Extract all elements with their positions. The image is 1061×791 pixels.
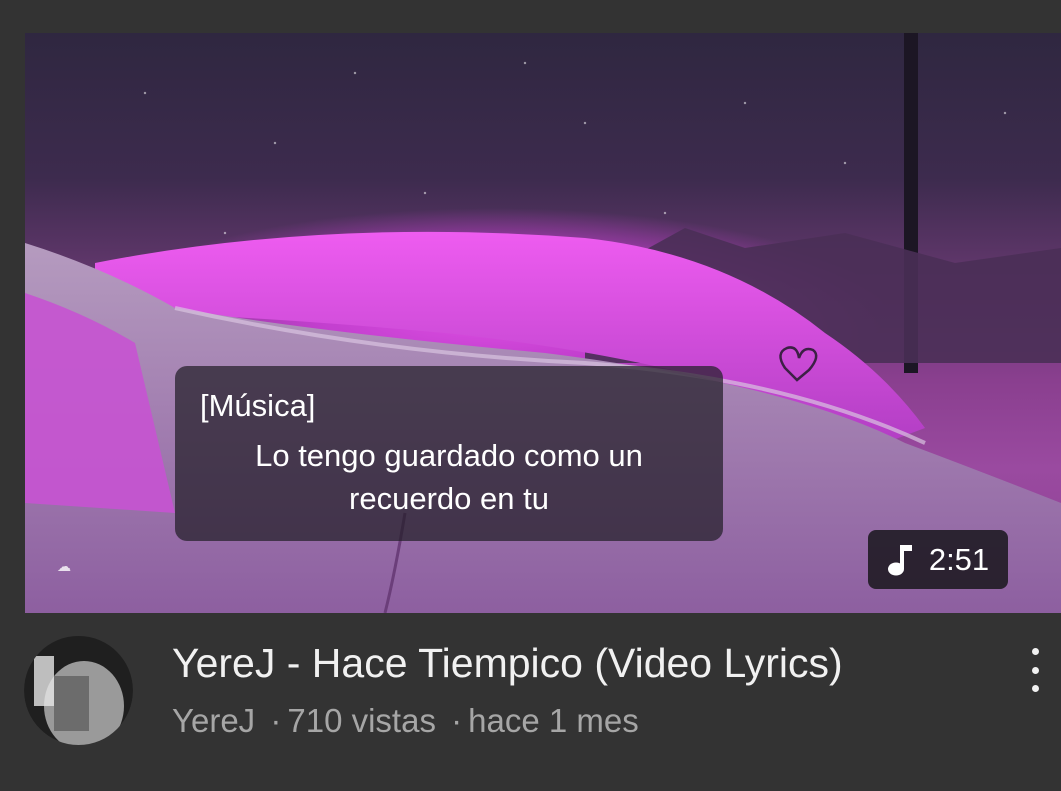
meta-separator: · — [270, 702, 282, 739]
avatar-image — [24, 636, 133, 745]
upload-age: hace 1 mes — [468, 702, 639, 739]
channel-avatar[interactable] — [24, 636, 133, 745]
caption-overlay: [Música] Lo tengo guardado como un recue… — [175, 366, 723, 541]
duration-badge: 2:51 — [868, 530, 1008, 589]
caption-line-2: recuerdo en tu — [349, 481, 549, 516]
video-meta: YereJ · 710 vistas · hace 1 mes — [172, 702, 639, 740]
menu-dot — [1031, 666, 1039, 674]
video-title[interactable]: YereJ - Hace Tiempico (Video Lyrics) — [172, 640, 843, 687]
caption-line-1: Lo tengo guardado como un — [255, 438, 643, 473]
caption-tag: [Música] — [200, 388, 316, 423]
video-thumbnail[interactable]: ☁ [Música] Lo tengo guardado como un rec… — [25, 33, 1061, 613]
view-count: 710 vistas — [287, 702, 436, 739]
more-vertical-icon[interactable] — [1020, 645, 1050, 695]
channel-name[interactable]: YereJ — [172, 702, 255, 739]
channel-watermark-icon: ☁ — [57, 558, 71, 574]
meta-separator: · — [451, 702, 463, 739]
music-note-icon — [887, 544, 912, 575]
menu-dot — [1031, 648, 1039, 655]
duration-text: 2:51 — [928, 541, 990, 577]
menu-dot — [1031, 685, 1039, 692]
